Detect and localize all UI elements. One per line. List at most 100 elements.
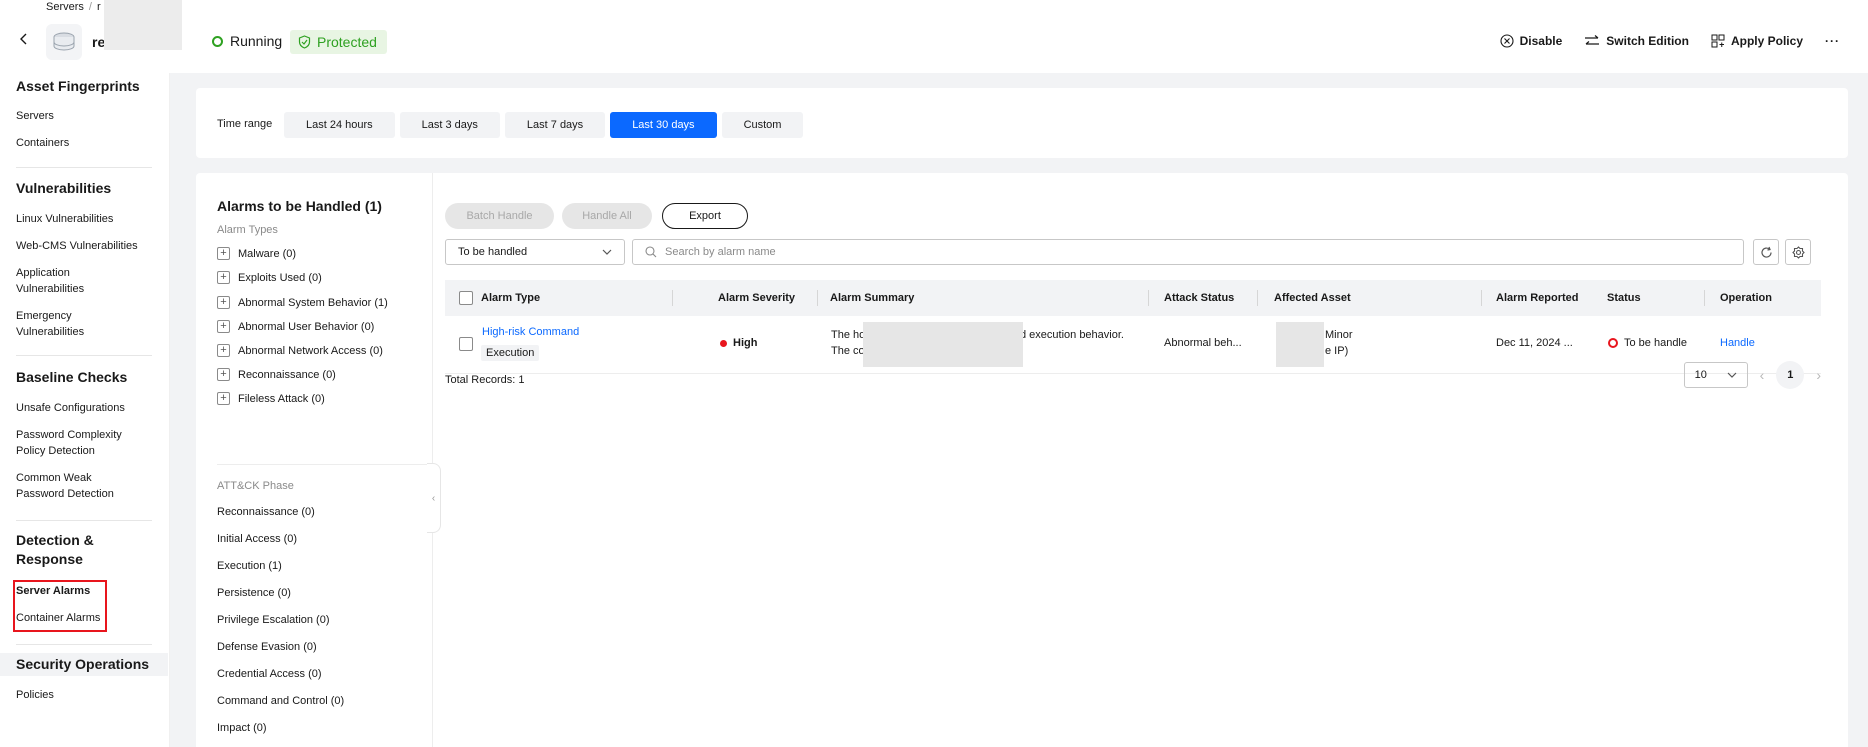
alarm-type-abnormal-system[interactable]: + Abnormal System Behavior (1): [217, 296, 388, 309]
batch-handle-button[interactable]: Batch Handle: [445, 203, 554, 229]
sidebar-group-baseline-checks: Baseline Checks: [16, 369, 128, 385]
pending-status-icon: [1608, 338, 1618, 348]
switch-icon: [1585, 35, 1600, 45]
page-size-select[interactable]: 10: [1683, 362, 1748, 388]
alarm-type-count: (0): [282, 247, 297, 260]
alarm-type-name: Abnormal System Behavior: [238, 296, 372, 309]
alarm-type-name: Abnormal Network Access: [238, 344, 367, 357]
sidebar-item-password-complexity[interactable]: Password Complexity Policy Detection: [16, 427, 131, 459]
alarm-type-exploits[interactable]: + Exploits Used (0): [217, 271, 322, 284]
select-all-checkbox[interactable]: [459, 280, 473, 316]
severity-cell: High: [720, 337, 757, 349]
alarms-title: Alarms to be Handled (1): [217, 198, 382, 214]
expand-icon[interactable]: +: [217, 320, 230, 333]
alarm-list-panel: Batch Handle Handle All Export To be han…: [445, 173, 1835, 747]
sidebar-item-application-vulnerabilities[interactable]: Application Vulnerabilities: [16, 265, 94, 297]
alarm-type-reconnaissance[interactable]: + Reconnaissance (0): [217, 368, 336, 381]
sidebar-divider: [16, 355, 152, 356]
time-option-24h[interactable]: Last 24 hours: [284, 112, 395, 138]
handle-link[interactable]: Handle: [1720, 337, 1755, 349]
phase-item[interactable]: Reconnaissance (0): [217, 506, 315, 518]
col-alarm-severity: Alarm Severity: [718, 292, 796, 304]
expand-icon[interactable]: +: [217, 247, 230, 260]
status-text: To be handle: [1624, 337, 1687, 349]
server-icon: [46, 24, 82, 60]
attack-status-cell: Abnormal beh...: [1164, 337, 1242, 349]
main-content: Time range Last 24 hours Last 3 days Las…: [170, 73, 1868, 747]
table-row: High-risk Command Execution High The ho …: [445, 316, 1821, 374]
next-page-icon[interactable]: ›: [1816, 367, 1821, 383]
attck-phase-label: ATT&CK Phase: [217, 480, 294, 492]
alarm-type-abnormal-user[interactable]: + Abnormal User Behavior (0): [217, 320, 374, 333]
refresh-button[interactable]: [1753, 239, 1779, 265]
phase-item[interactable]: Persistence (0): [217, 587, 291, 599]
more-actions-icon[interactable]: ···: [1825, 34, 1840, 48]
reported-cell: Dec 11, 2024 ...: [1496, 337, 1573, 349]
sidebar-item-linux-vulnerabilities[interactable]: Linux Vulnerabilities: [16, 211, 156, 227]
sidebar-item-servers[interactable]: Servers: [16, 108, 156, 124]
time-range-label: Time range: [217, 118, 273, 130]
switch-edition-button[interactable]: Switch Edition: [1584, 34, 1689, 48]
breadcrumb-servers[interactable]: Servers: [46, 1, 84, 13]
col-divider: [1481, 290, 1482, 306]
alarm-type-abnormal-network[interactable]: + Abnormal Network Access (0): [217, 344, 383, 357]
alarm-type-fileless[interactable]: + Fileless Attack (0): [217, 392, 325, 405]
disable-button[interactable]: Disable: [1500, 34, 1562, 48]
chevron-down-icon: [1727, 372, 1737, 378]
time-option-3d[interactable]: Last 3 days: [399, 112, 500, 138]
settings-button[interactable]: [1785, 239, 1811, 265]
phase-item[interactable]: Initial Access (0): [217, 533, 297, 545]
sidebar-item-containers[interactable]: Containers: [16, 135, 156, 151]
sidebar-item-emergency-vulnerabilities[interactable]: Emergency Vulnerabilities: [16, 308, 94, 340]
redacted-area: [1276, 322, 1324, 367]
alarm-type-link[interactable]: High-risk Command: [482, 326, 579, 338]
sidebar-item-web-cms-vulnerabilities[interactable]: Web-CMS Vulnerabilities: [16, 238, 156, 254]
search-placeholder: Search by alarm name: [665, 246, 776, 258]
expand-icon[interactable]: +: [217, 368, 230, 381]
back-arrow-icon[interactable]: [17, 32, 31, 46]
col-affected-asset: Affected Asset: [1274, 292, 1351, 304]
phase-item[interactable]: Command and Control (0): [217, 695, 344, 707]
time-option-30d[interactable]: Last 30 days: [610, 112, 717, 138]
sidebar-group-security-operations: Security Operations: [16, 656, 150, 672]
expand-icon[interactable]: +: [217, 344, 230, 357]
collapse-panel-icon[interactable]: ‹: [427, 463, 441, 533]
phase-item[interactable]: Credential Access (0): [217, 668, 322, 680]
alarm-type-malware[interactable]: + Malware (0): [217, 247, 296, 260]
total-records: Total Records: 1: [445, 374, 525, 386]
sidebar-group-detection-response: Detection & Response: [16, 532, 94, 567]
disable-icon: [1500, 34, 1514, 48]
expand-icon[interactable]: +: [217, 392, 230, 405]
phase-item[interactable]: Defense Evasion (0): [217, 641, 317, 653]
status-filter-select[interactable]: To be handled: [445, 239, 625, 265]
phase-item[interactable]: Privilege Escalation (0): [217, 614, 330, 626]
apply-policy-button[interactable]: Apply Policy: [1711, 34, 1803, 48]
export-button[interactable]: Export: [662, 203, 748, 229]
sidebar-item-policies[interactable]: Policies: [16, 687, 156, 703]
col-divider: [672, 290, 673, 306]
row-checkbox[interactable]: [459, 337, 473, 351]
time-option-custom[interactable]: Custom: [721, 112, 804, 138]
col-divider: [1704, 290, 1705, 306]
alarm-type-count: (0): [311, 392, 325, 405]
phase-item[interactable]: Execution (1): [217, 560, 282, 572]
page-number[interactable]: 1: [1776, 361, 1805, 389]
col-divider: [817, 290, 818, 306]
col-divider: [1148, 290, 1149, 306]
handle-link-text: Handle: [1720, 337, 1755, 349]
handle-all-button[interactable]: Handle All: [562, 203, 652, 229]
sidebar-item-unsafe-configurations[interactable]: Unsafe Configurations: [16, 400, 156, 416]
search-input[interactable]: Search by alarm name: [632, 239, 1744, 265]
prev-page-icon[interactable]: ‹: [1760, 367, 1765, 383]
running-status-label: Running: [230, 33, 283, 49]
running-status-icon: [212, 35, 223, 47]
phase-item[interactable]: Impact (0): [217, 722, 267, 734]
expand-icon[interactable]: +: [217, 296, 230, 309]
sidebar-divider: [16, 644, 152, 645]
col-status: Status: [1607, 292, 1641, 304]
time-option-7d[interactable]: Last 7 days: [504, 112, 606, 138]
expand-icon[interactable]: +: [217, 271, 230, 284]
sidebar-divider: [16, 520, 152, 521]
sidebar-item-weak-password[interactable]: Common Weak Password Detection: [16, 470, 121, 502]
alarms-title-text: Alarms to be Handled: [217, 198, 361, 214]
